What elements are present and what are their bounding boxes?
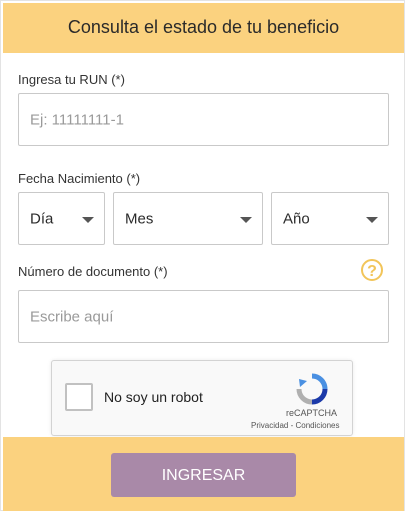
run-placeholder: Ej: 11111111-1 bbox=[30, 111, 124, 128]
recaptcha-widget: No soy un robot reCAPTCHA Privacidad - C… bbox=[51, 360, 353, 436]
birth-date-label: Fecha Nacimiento (*) bbox=[18, 171, 141, 186]
chevron-down-icon bbox=[366, 217, 378, 223]
document-placeholder: Escribe aquí bbox=[30, 308, 114, 325]
document-label: Número de documento (*) bbox=[18, 264, 168, 279]
footer-bar: INGRESAR bbox=[3, 437, 404, 511]
month-select[interactable]: Mes bbox=[113, 192, 263, 245]
recaptcha-checkbox[interactable] bbox=[65, 383, 93, 411]
submit-button[interactable]: INGRESAR bbox=[111, 453, 296, 497]
recaptcha-links[interactable]: Privacidad - Condiciones bbox=[251, 421, 340, 430]
document-input[interactable]: Escribe aquí bbox=[18, 290, 389, 343]
header-bar: Consulta el estado de tu beneficio bbox=[3, 3, 404, 53]
day-select-value: Día bbox=[30, 210, 54, 227]
recaptcha-brand: reCAPTCHA bbox=[286, 408, 338, 418]
recaptcha-logo-icon bbox=[296, 373, 328, 405]
run-label: Ingresa tu RUN (*) bbox=[18, 72, 125, 87]
help-icon[interactable]: ? bbox=[361, 259, 383, 281]
recaptcha-label: No soy un robot bbox=[104, 389, 203, 405]
year-select-value: Año bbox=[283, 210, 310, 227]
month-select-value: Mes bbox=[125, 210, 154, 227]
chevron-down-icon bbox=[82, 217, 94, 223]
year-select[interactable]: Año bbox=[271, 192, 389, 245]
run-input[interactable]: Ej: 11111111-1 bbox=[18, 93, 389, 146]
chevron-down-icon bbox=[240, 217, 252, 223]
page-title: Consulta el estado de tu beneficio bbox=[67, 17, 340, 37]
day-select[interactable]: Día bbox=[18, 192, 105, 245]
